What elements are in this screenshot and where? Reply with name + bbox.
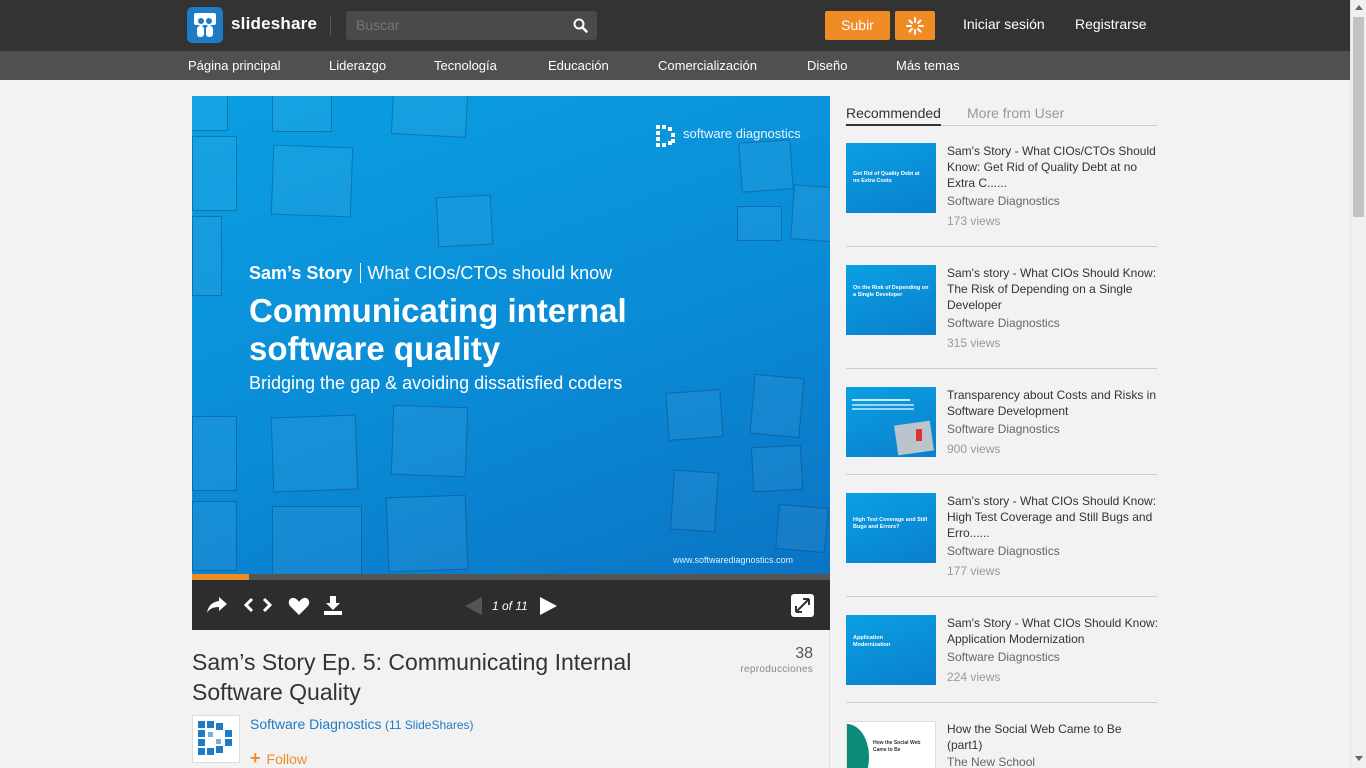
- recommended-thumbnail[interactable]: How the Social Web Came to Be: [846, 721, 936, 768]
- follow-label: Follow: [266, 751, 307, 767]
- recommended-author[interactable]: Software Diagnostics: [947, 650, 1060, 664]
- sidebar-tabs: Recommended More from User: [846, 104, 1157, 126]
- plus-icon: +: [250, 748, 261, 768]
- page-indicator: 1 of 11: [492, 599, 528, 613]
- views-label: reproducciones: [740, 664, 813, 675]
- recommended-views: 177 views: [947, 564, 1001, 578]
- header-divider: [330, 15, 331, 36]
- next-slide-icon[interactable]: [540, 597, 558, 620]
- thumbnail-text: On the Risk of Depending on a Single Dev…: [853, 285, 929, 298]
- slide-viewer[interactable]: software diagnostics Sam’s Story What CIO…: [192, 96, 830, 574]
- page-scrollbar[interactable]: [1350, 0, 1366, 768]
- brand-name[interactable]: slideshare: [231, 14, 317, 34]
- thumbnail-text: Get Rid of Quality Debt at no Extra Cost…: [853, 171, 920, 184]
- list-divider: [846, 474, 1157, 475]
- recommended-item[interactable]: How the Social Web Came to Be How the So…: [846, 721, 1157, 768]
- scroll-down-icon[interactable]: [1355, 756, 1363, 762]
- document-title: Sam’s Story Ep. 5: Communicating Interna…: [192, 649, 632, 705]
- recommended-author[interactable]: Software Diagnostics: [947, 194, 1060, 208]
- column-divider: [829, 630, 830, 768]
- share-icon[interactable]: [206, 596, 228, 619]
- scroll-up-icon[interactable]: [1355, 4, 1363, 10]
- recommended-item[interactable]: Get Rid of Quality Debt at no Extra Cost…: [846, 143, 1157, 233]
- recommended-item[interactable]: High Test Coverage and Still Bugs and Er…: [846, 493, 1157, 583]
- recommended-title[interactable]: Sam's story - What CIOs Should Know: The…: [947, 265, 1159, 313]
- sparkle-icon: [906, 17, 924, 35]
- recommended-views: 173 views: [947, 214, 1001, 228]
- nav-item-design[interactable]: Diseño: [807, 58, 847, 73]
- software-diagnostics-logo-icon: [656, 125, 675, 147]
- recommended-item[interactable]: Transparency about Costs and Risks in So…: [846, 387, 1157, 463]
- download-icon[interactable]: [323, 596, 343, 620]
- recommended-views: 900 views: [947, 442, 1001, 456]
- author-link[interactable]: Software Diagnostics: [250, 716, 382, 732]
- upload-button[interactable]: Subir: [825, 11, 890, 40]
- recommended-views: 224 views: [947, 670, 1001, 684]
- scrollbar-thumb[interactable]: [1353, 17, 1364, 217]
- slide-brand-text: software diagnostics: [683, 126, 801, 141]
- nav-item-technology[interactable]: Tecnología: [434, 58, 497, 73]
- recommended-thumbnail[interactable]: Get Rid of Quality Debt at no Extra Cost…: [846, 143, 936, 213]
- recommended-title[interactable]: Sam's Story - What CIOs/CTOs Should Know…: [947, 143, 1159, 191]
- thumbnail-text: High Test Coverage and Still Bugs and Er…: [853, 517, 928, 530]
- list-divider: [846, 702, 1157, 703]
- player-controls: 1 of 11: [192, 580, 830, 630]
- recommended-thumbnail[interactable]: On the Risk of Depending on a Single Dev…: [846, 265, 936, 335]
- fullscreen-icon[interactable]: [791, 594, 814, 622]
- search-icon[interactable]: [573, 18, 588, 38]
- list-divider: [846, 246, 1157, 247]
- register-link[interactable]: Registrarse: [1075, 16, 1147, 32]
- recommended-title[interactable]: How the Social Web Came to Be (part1): [947, 721, 1157, 753]
- slide-kicker-bold: Sam’s Story: [249, 263, 353, 283]
- recommended-author[interactable]: The New School: [947, 755, 1035, 768]
- thumbnail-text: Application Modernization: [853, 635, 891, 648]
- slide-url: www.softwarediagnostics.com: [673, 555, 794, 565]
- recommended-thumbnail[interactable]: Application Modernization: [846, 615, 936, 685]
- nav-item-marketing[interactable]: Comercialización: [658, 58, 757, 73]
- clipboard-button[interactable]: [895, 11, 935, 40]
- slide-kicker-rest: What CIOs/CTOs should know: [367, 263, 613, 283]
- embed-icon[interactable]: [243, 597, 273, 618]
- recommended-author[interactable]: Software Diagnostics: [947, 316, 1060, 330]
- recommended-views: 315 views: [947, 336, 1001, 350]
- recommended-title[interactable]: Transparency about Costs and Risks in So…: [947, 387, 1159, 419]
- list-divider: [846, 596, 1157, 597]
- search-input[interactable]: [356, 11, 556, 40]
- slide-kicker: Sam’s Story What CIOs/CTOs should know: [249, 263, 612, 284]
- recommended-item[interactable]: Application Modernization Sam's Story - …: [846, 615, 1159, 691]
- recommended-thumbnail[interactable]: [846, 387, 936, 457]
- nav-item-home[interactable]: Página principal: [188, 58, 281, 73]
- login-link[interactable]: Iniciar sesión: [963, 16, 1045, 32]
- follow-button[interactable]: + Follow: [250, 748, 307, 768]
- list-divider: [846, 368, 1157, 369]
- top-bar: slideshare Subir Iniciar sesión Registra…: [0, 0, 1350, 51]
- slide-subtitle: Bridging the gap & avoiding dissatisfied…: [249, 373, 623, 393]
- recommended-item[interactable]: On the Risk of Depending on a Single Dev…: [846, 265, 1157, 355]
- slideshare-logo-icon[interactable]: [187, 7, 223, 43]
- author-avatar[interactable]: [192, 715, 240, 763]
- nav-item-education[interactable]: Educación: [548, 58, 609, 73]
- like-icon[interactable]: [288, 597, 310, 621]
- prev-slide-icon[interactable]: [465, 597, 483, 620]
- views-count: 38: [795, 645, 813, 662]
- thumbnail-text: How the Social Web Came to Be: [873, 740, 921, 753]
- nav-item-leadership[interactable]: Liderazgo: [329, 58, 386, 73]
- recommended-thumbnail[interactable]: High Test Coverage and Still Bugs and Er…: [846, 493, 936, 563]
- tab-more-from-user[interactable]: More from User: [967, 105, 1064, 121]
- recommended-author[interactable]: Software Diagnostics: [947, 544, 1060, 558]
- recommended-author[interactable]: Software Diagnostics: [947, 422, 1060, 436]
- slide-title: Communicating internal software quality: [249, 292, 627, 367]
- nav-item-more-topics[interactable]: Más temas: [896, 58, 960, 73]
- recommended-title[interactable]: Sam's story - What CIOs Should Know: Hig…: [947, 493, 1159, 541]
- author-slideshare-count[interactable]: (11 SlideShares): [385, 718, 474, 732]
- search-box: [346, 11, 597, 40]
- category-nav: Página principal Liderazgo Tecnología Ed…: [0, 51, 1350, 80]
- tab-recommended[interactable]: Recommended: [846, 105, 941, 126]
- recommended-title[interactable]: Sam's Story - What CIOs Should Know: App…: [947, 615, 1159, 647]
